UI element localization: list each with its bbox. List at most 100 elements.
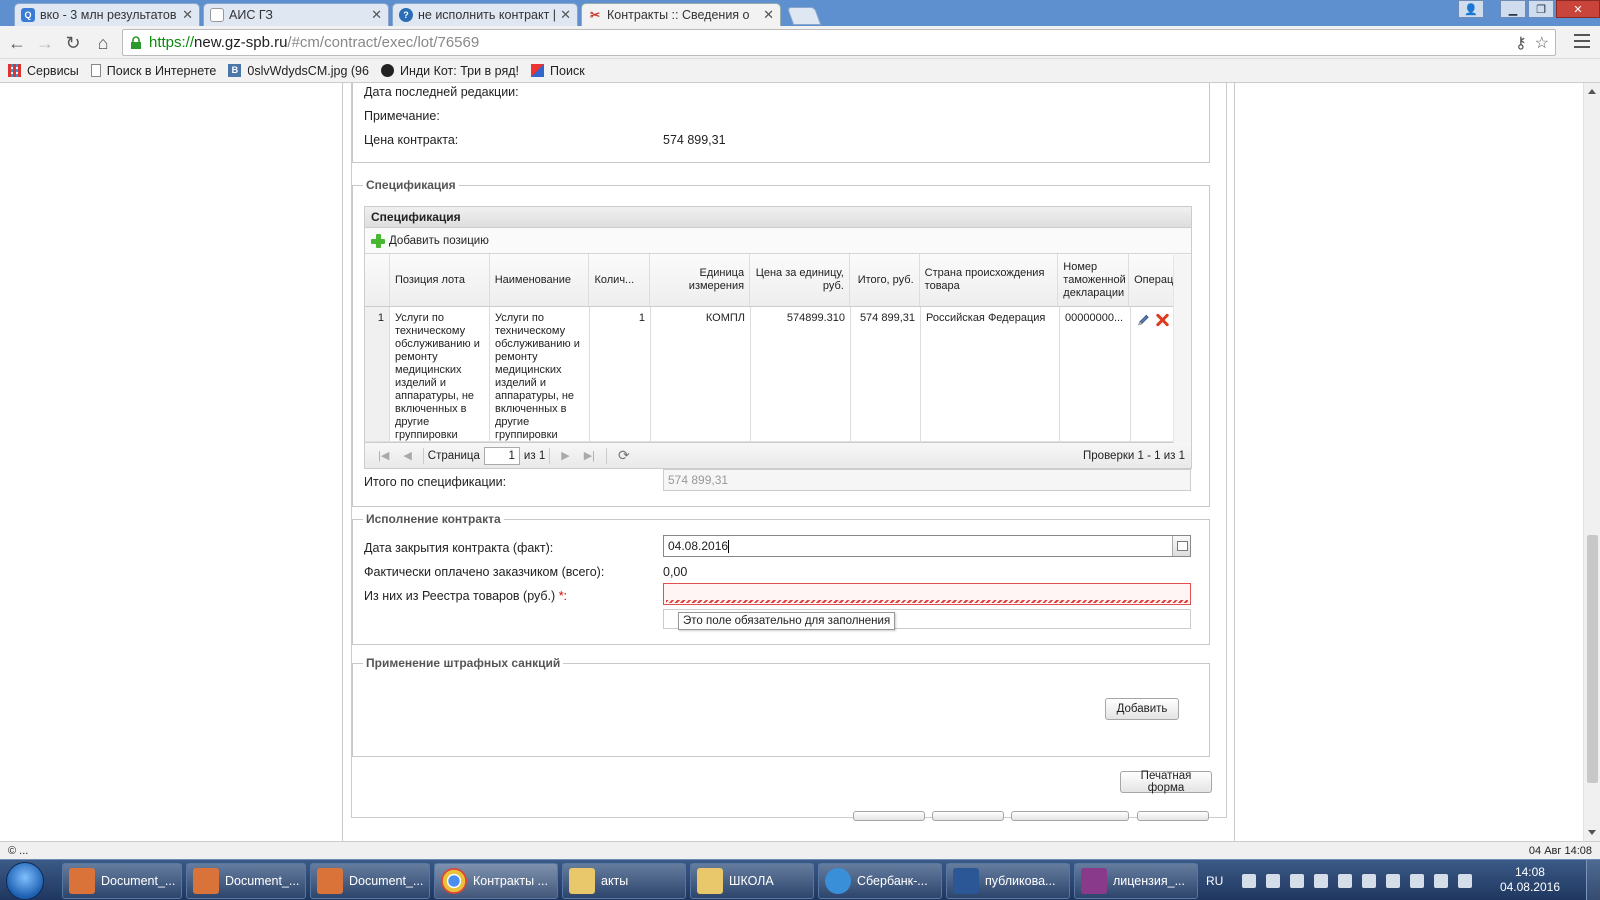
contract-price-value: 574 899,31: [663, 133, 726, 147]
edit-pencil-icon[interactable]: [1136, 312, 1151, 328]
calendar-icon[interactable]: [1172, 536, 1190, 556]
scroll-up-icon[interactable]: [1588, 89, 1596, 94]
folder-icon: [569, 868, 595, 894]
taskbar-item-document-1[interactable]: Document_...: [62, 863, 182, 899]
system-clock[interactable]: 14:08 04.08.2016: [1500, 865, 1560, 895]
required-asterisk: *:: [558, 589, 568, 603]
taskbar-item-chrome[interactable]: Контракты ...: [434, 863, 558, 899]
taskbar-item-ie-sberbank[interactable]: Сбербанк-...: [818, 863, 942, 899]
tab-ais-gz[interactable]: АИС ГЗ ✕: [203, 3, 389, 26]
registry-label: Из них из Реестра товаров (руб.) *:: [364, 589, 568, 603]
tab-contract-question[interactable]: ? не исполнить контракт | ✕: [392, 3, 578, 26]
tab-contracts-active[interactable]: ✂ Контракты :: Сведения о ✕: [581, 3, 781, 26]
new-tab-button[interactable]: [786, 7, 822, 25]
page-scrollbar[interactable]: [1583, 83, 1600, 841]
last-page-icon[interactable]: ▶|: [584, 449, 595, 462]
bookmark-indi-cat[interactable]: Инди Кот: Три в ряд!: [380, 64, 519, 78]
bookmark-vk-image[interactable]: B 0slvWdydsCM.jpg (96: [228, 64, 369, 78]
taskbar-item-document-2[interactable]: Document_...: [186, 863, 306, 899]
minimize-icon[interactable]: ▁: [1500, 0, 1526, 18]
bookmark-internet-search[interactable]: Поиск в Интернете: [90, 64, 216, 78]
close-icon[interactable]: ✕: [560, 7, 571, 23]
paw-icon: [380, 64, 394, 77]
registry-amount-field[interactable]: [663, 583, 1191, 605]
refresh-icon[interactable]: ⟳: [618, 447, 630, 464]
maximize-icon[interactable]: ❐: [1528, 0, 1554, 18]
security-icon[interactable]: [1266, 873, 1281, 888]
grid-scrollbar[interactable]: [1173, 255, 1191, 443]
col-country-header[interactable]: Страна происхождения товара: [920, 254, 1059, 306]
star-bookmark-icon[interactable]: ☆: [1535, 33, 1549, 53]
grid-header: Позиция лота Наименование Колич... Едини…: [365, 254, 1191, 307]
cell-ops: [1131, 307, 1175, 441]
language-indicator[interactable]: RU: [1206, 874, 1223, 888]
status-bar: © ... 04 Авг 14:08: [0, 841, 1600, 859]
status-datetime: 04 Авг 14:08: [1528, 844, 1592, 857]
col-price-header[interactable]: Цена за единицу, руб.: [750, 254, 850, 306]
taskbar-item-folder-acts[interactable]: акты: [562, 863, 686, 899]
scrollbar-thumb[interactable]: [1587, 535, 1598, 783]
scroll-down-icon[interactable]: [1588, 830, 1596, 835]
url-text: https://new.gz-spb.ru/#cm/contract/exec/…: [149, 34, 480, 51]
reload-icon[interactable]: ↻: [62, 32, 84, 54]
system-tray: RU: [1200, 860, 1477, 900]
user-profile-icon[interactable]: 👤: [1458, 0, 1484, 18]
col-unit-header[interactable]: Единица измерения: [650, 254, 751, 306]
close-window-icon[interactable]: ✕: [1556, 0, 1600, 18]
wifi-icon[interactable]: [1410, 873, 1425, 888]
print-form-button[interactable]: Печатная форма: [1120, 770, 1212, 794]
taskbar-item-winrar[interactable]: лицензия_...: [1074, 863, 1198, 899]
page-number-input[interactable]: 1: [483, 446, 520, 465]
specification-legend: Спецификация: [363, 178, 459, 192]
word-app-icon: [953, 868, 979, 894]
cell-name: Услуги по техническому обслуживанию и ре…: [490, 307, 590, 441]
back-arrow-icon[interactable]: ←: [6, 32, 28, 54]
add-position-button[interactable]: Добавить позицию: [370, 233, 489, 249]
close-icon[interactable]: ✕: [763, 7, 774, 23]
chrome-menu-icon[interactable]: [1574, 34, 1590, 52]
bookmark-services[interactable]: Сервисы: [8, 64, 79, 78]
bookmark-search[interactable]: Поиск: [531, 64, 585, 78]
printer-icon[interactable]: [1434, 873, 1449, 888]
update-icon[interactable]: [1338, 873, 1353, 888]
first-page-icon[interactable]: |◀: [378, 449, 389, 462]
table-row[interactable]: 1 Услуги по техническому обслуживанию и …: [365, 307, 1191, 442]
bottom-button-3[interactable]: [1011, 811, 1129, 821]
add-penalty-button[interactable]: Добавить: [1105, 698, 1179, 720]
address-bar[interactable]: https://new.gz-spb.ru/#cm/contract/exec/…: [122, 29, 1556, 56]
key-icon[interactable]: ⚷: [1515, 33, 1527, 53]
show-desktop-button[interactable]: [1586, 860, 1600, 900]
next-page-icon[interactable]: ▶: [561, 449, 569, 462]
bottom-button-1[interactable]: [853, 811, 925, 821]
bottom-button-2[interactable]: [932, 811, 1004, 821]
status-left: © ...: [8, 844, 29, 857]
prev-page-icon[interactable]: ◀: [403, 449, 411, 462]
tab-search-results[interactable]: Q вко - 3 млн результатов ✕: [14, 3, 200, 26]
close-date-field[interactable]: 04.08.2016: [663, 535, 1191, 557]
ie-browser-icon: [825, 868, 851, 894]
flag-icon[interactable]: [1290, 873, 1305, 888]
volume-icon[interactable]: [1314, 873, 1329, 888]
home-icon[interactable]: ⌂: [92, 32, 114, 54]
monitor-icon[interactable]: [1458, 873, 1473, 888]
document-app-icon: [317, 868, 343, 894]
col-total-header[interactable]: Итого, руб.: [850, 254, 920, 306]
forward-arrow-icon[interactable]: →: [34, 32, 56, 54]
col-name-header[interactable]: Наименование: [490, 254, 590, 306]
page-icon: [90, 64, 101, 77]
network-icon[interactable]: [1242, 873, 1257, 888]
start-button-icon[interactable]: [6, 862, 44, 900]
delete-x-icon[interactable]: [1155, 312, 1170, 328]
pen-icon[interactable]: [1362, 873, 1377, 888]
taskbar-item-word[interactable]: публикова...: [946, 863, 1070, 899]
col-customs-header[interactable]: Номер таможенной декларации: [1058, 254, 1130, 306]
bottom-button-4[interactable]: [1137, 811, 1209, 821]
grid-pager: |◀ ◀ Страница 1 из 1 ▶ ▶| ⟳ Проверки 1 -…: [365, 442, 1191, 468]
close-icon[interactable]: ✕: [371, 7, 382, 23]
col-qty-header[interactable]: Колич...: [589, 254, 651, 306]
taskbar-item-folder-school[interactable]: ШКОЛА: [690, 863, 814, 899]
col-position-header[interactable]: Позиция лота: [390, 254, 490, 306]
close-icon[interactable]: ✕: [182, 7, 193, 23]
taskbar-item-document-3[interactable]: Document_...: [310, 863, 430, 899]
skype-icon[interactable]: [1386, 873, 1401, 888]
